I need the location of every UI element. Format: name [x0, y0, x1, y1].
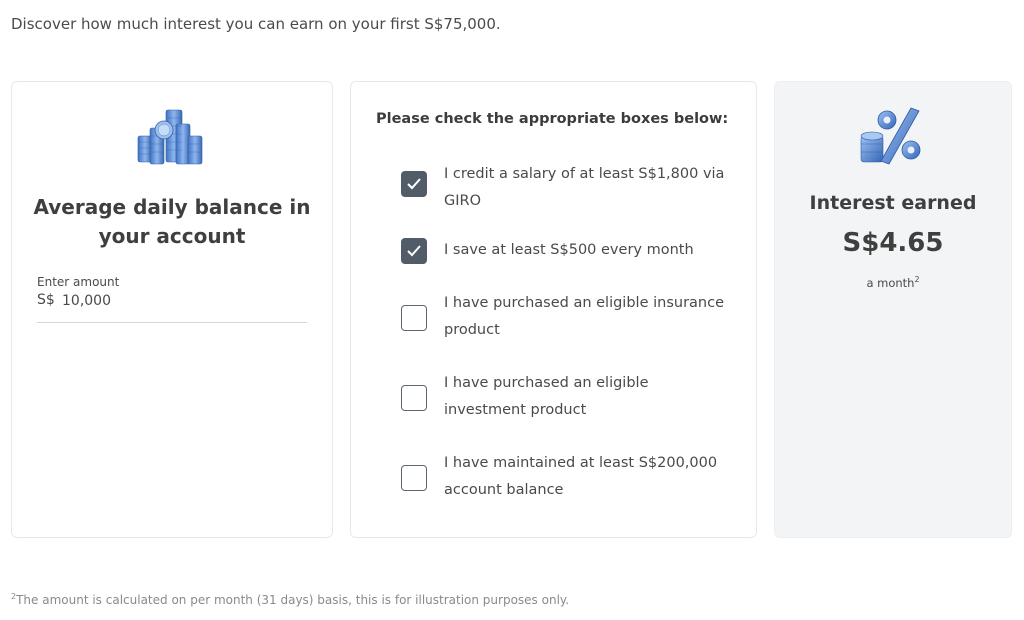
footnote: 2The amount is calculated on per month (… — [11, 592, 569, 607]
amount-input[interactable] — [62, 293, 306, 309]
result-card: Interest earned S$4.65 a month2 — [774, 81, 1012, 538]
currency-prefix: S$ — [37, 292, 55, 308]
period-footnote-marker: 2 — [914, 275, 920, 284]
option-label: I have purchased an eligible insurance p… — [444, 295, 724, 338]
option-label: I credit a salary of at least S$1,800 vi… — [444, 166, 725, 209]
investment-checkbox[interactable] — [401, 385, 427, 411]
percent-coins-icon — [860, 107, 921, 165]
insurance-checkbox[interactable] — [401, 305, 427, 331]
balance-checkbox[interactable] — [401, 465, 427, 491]
option-label: I save at least S$500 every month — [444, 242, 694, 258]
balance-card: Average daily balance in your account En… — [11, 81, 333, 538]
coins-stack-icon — [137, 109, 203, 165]
interest-value: S$4.65 — [842, 228, 944, 258]
eligibility-title: Please check the appropriate boxes below… — [376, 111, 729, 127]
period-text: a month — [866, 275, 915, 290]
salary-checkbox[interactable] — [401, 171, 427, 197]
option-label: I have maintained at least S$200,000 acc… — [444, 455, 718, 498]
eligibility-card: Please check the appropriate boxes below… — [350, 81, 757, 538]
footnote-text: The amount is calculated on per month (3… — [16, 593, 570, 607]
intro-text: Discover how much interest you can earn … — [11, 15, 501, 33]
balance-title: Average daily balance in your account — [33, 195, 311, 248]
option-label: I have purchased an eligible investment … — [444, 375, 649, 418]
checkmark-icon — [407, 178, 421, 190]
checkmark-icon — [407, 245, 421, 257]
save-checkbox[interactable] — [401, 238, 427, 264]
interest-period: a month2 — [775, 275, 1011, 290]
result-title: Interest earned — [809, 192, 977, 214]
amount-label: Enter amount — [37, 275, 120, 289]
amount-underline — [37, 322, 307, 323]
